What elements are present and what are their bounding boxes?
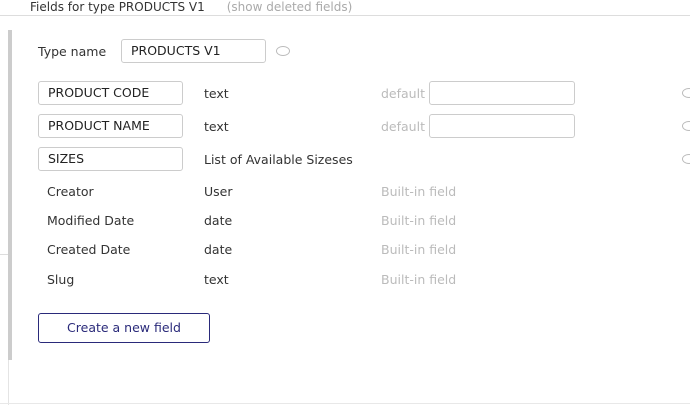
field-type: text (204, 119, 229, 134)
field-name-input[interactable]: PRODUCT CODE (38, 81, 183, 105)
default-label: default (381, 119, 425, 134)
field-name-input[interactable]: SIZES (38, 147, 183, 171)
comment-icon[interactable] (276, 46, 290, 56)
builtin-type: date (204, 242, 233, 257)
default-label: default (381, 86, 425, 101)
builtin-note: Built-in field (381, 272, 457, 287)
builtin-name: Modified Date (47, 213, 135, 228)
field-name-input[interactable]: PRODUCT NAME (38, 114, 183, 138)
divider (0, 403, 690, 404)
builtin-name: Slug (47, 272, 75, 287)
field-type: List of Available Sizeses (204, 152, 353, 167)
type-name-input[interactable]: PRODUCTS V1 (121, 39, 266, 63)
fields-header: Fields for type PRODUCTS V1 (show deleted… (30, 0, 352, 14)
builtin-type: text (204, 272, 229, 287)
field-type: text (204, 86, 229, 101)
builtin-name: Creator (47, 184, 94, 199)
header-title: Fields for type PRODUCTS V1 (30, 0, 205, 14)
comment-icon[interactable] (682, 88, 690, 98)
builtin-note: Built-in field (381, 242, 457, 257)
builtin-note: Built-in field (381, 184, 457, 199)
builtin-type: User (204, 184, 233, 199)
comment-icon[interactable] (682, 154, 690, 164)
builtin-name: Created Date (47, 242, 131, 257)
show-deleted-link[interactable]: (show deleted fields) (227, 0, 353, 14)
builtin-type: date (204, 213, 233, 228)
create-field-button[interactable]: Create a new field (38, 313, 210, 343)
scrollbar[interactable] (8, 30, 12, 360)
default-input[interactable] (429, 81, 575, 105)
divider (0, 15, 690, 16)
builtin-note: Built-in field (381, 213, 457, 228)
comment-icon[interactable] (682, 121, 690, 131)
default-input[interactable] (429, 114, 575, 138)
type-name-label: Type name (38, 44, 107, 59)
